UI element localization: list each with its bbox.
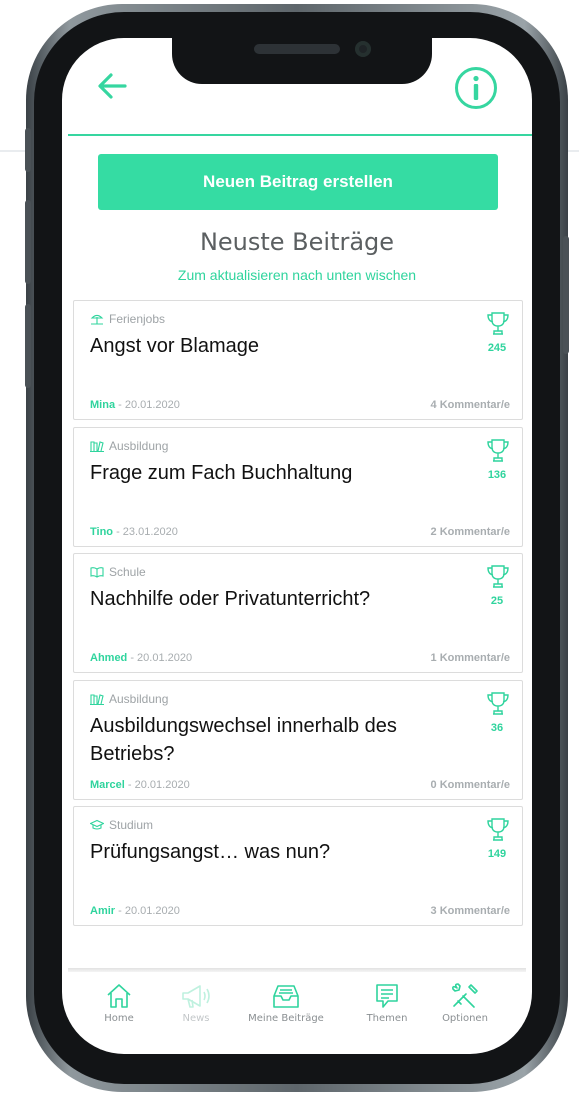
tab-my-posts[interactable]: Meine Beiträge	[241, 982, 331, 1024]
side-button	[25, 200, 31, 284]
post-score: 36	[490, 722, 504, 734]
post-score: 25	[490, 595, 504, 607]
trophy-icon[interactable]	[486, 691, 510, 717]
post-title: Prüfungsangst… was nun?	[90, 841, 331, 863]
post-category: Ausbildung	[90, 439, 168, 453]
speaker-grille	[254, 44, 340, 54]
notch	[172, 38, 432, 84]
create-post-button[interactable]: Neuen Beitrag erstellen	[98, 154, 498, 210]
post-score: 245	[487, 342, 507, 354]
camera-icon	[355, 41, 371, 57]
open-book-icon	[90, 567, 104, 578]
beach-icon	[90, 314, 104, 325]
books-icon	[90, 694, 104, 705]
post-card[interactable]: Schule Nachhilfe oder Privatunterricht? …	[73, 553, 523, 673]
post-meta: Mina - 20.01.2020	[90, 399, 180, 411]
side-button	[25, 304, 31, 388]
tab-label: Meine Beiträge	[248, 1013, 324, 1024]
comment-count[interactable]: 4 Kommentar/e	[431, 399, 510, 411]
inbox-tray-icon	[273, 985, 299, 1008]
post-score: 149	[487, 848, 507, 860]
post-card[interactable]: Studium Prüfungsangst… was nun? 149 Amir…	[73, 806, 523, 926]
post-date: - 23.01.2020	[113, 526, 178, 538]
trophy-icon[interactable]	[486, 311, 510, 337]
category-label: Ausbildung	[109, 692, 169, 706]
category-label: Ausbildung	[109, 439, 169, 453]
category-label: Schule	[109, 565, 146, 579]
megaphone-icon	[182, 985, 210, 1008]
post-card[interactable]: Ferienjobs Angst vor Blamage 245 Mina - …	[73, 300, 523, 420]
post-date: - 20.01.2020	[124, 779, 190, 791]
post-title: Nachhilfe oder Privatunterricht?	[90, 588, 371, 610]
post-author[interactable]: Ahmed	[90, 652, 127, 664]
post-author[interactable]: Mina	[90, 399, 115, 411]
arrow-left-icon[interactable]	[94, 68, 130, 104]
category-label: Studium	[109, 818, 154, 832]
tab-options[interactable]: Optionen	[420, 982, 510, 1024]
post-title: Angst vor Blamage	[90, 335, 259, 357]
comment-count[interactable]: 0 Kommentar/e	[431, 779, 510, 791]
post-category: Ausbildung	[90, 692, 168, 706]
post-date: - 20.01.2020	[115, 905, 180, 917]
post-meta: Ahmed - 20.01.2020	[90, 652, 192, 664]
post-meta: Amir - 20.01.2020	[90, 905, 180, 917]
home-icon	[107, 984, 131, 1008]
side-button	[25, 128, 31, 172]
graduation-cap-icon	[90, 819, 104, 830]
chat-bubble-icon	[376, 984, 398, 1008]
tools-icon	[452, 983, 478, 1008]
post-category: Schule	[90, 565, 146, 579]
category-label: Ferienjobs	[109, 312, 166, 326]
header-divider	[68, 134, 532, 136]
post-meta: Tino - 23.01.2020	[90, 526, 178, 538]
bottom-tab-bar: Home News Meine Beiträge Themen Optionen	[62, 982, 532, 1042]
comment-count[interactable]: 2 Kommentar/e	[431, 526, 510, 538]
post-card[interactable]: Ausbildung Frage zum Fach Buchhaltung 13…	[73, 427, 523, 547]
comment-count[interactable]: 1 Kommentar/e	[431, 652, 510, 664]
trophy-icon[interactable]	[486, 817, 510, 843]
side-button	[563, 236, 569, 354]
tab-label: News	[182, 1013, 210, 1024]
post-category: Studium	[90, 818, 153, 832]
pull-to-refresh-hint: Zum aktualisieren nach unten wischen	[177, 267, 417, 283]
post-date: - 20.01.2020	[127, 652, 193, 664]
books-icon	[90, 441, 104, 452]
tab-topics[interactable]: Themen	[342, 982, 432, 1024]
post-card[interactable]: Ausbildung Ausbildungswechsel innerhalb …	[73, 680, 523, 800]
app-screen: Neuen Beitrag erstellen Neuste Beiträge …	[62, 38, 532, 1054]
post-date: - 20.01.2020	[115, 399, 180, 411]
trophy-icon[interactable]	[486, 564, 510, 590]
tab-label: Optionen	[442, 1013, 488, 1024]
post-author[interactable]: Marcel	[90, 779, 125, 791]
page-title: Neuste Beiträge	[199, 228, 395, 256]
post-title: Ausbildungswechsel innerhalb des Betrieb…	[90, 715, 397, 765]
comment-count[interactable]: 3 Kommentar/e	[431, 905, 510, 917]
trophy-icon[interactable]	[486, 438, 510, 464]
tab-label: Themen	[366, 1013, 408, 1024]
post-score: 136	[487, 469, 507, 481]
post-category: Ferienjobs	[90, 312, 165, 326]
post-author[interactable]: Amir	[90, 905, 115, 917]
post-author[interactable]: Tino	[90, 526, 113, 538]
tab-news[interactable]: News	[151, 982, 241, 1024]
post-meta: Marcel - 20.01.2020	[90, 779, 190, 791]
post-title: Frage zum Fach Buchhaltung	[90, 462, 353, 484]
info-circle-icon[interactable]	[454, 66, 498, 110]
tabbar-divider	[68, 968, 526, 972]
